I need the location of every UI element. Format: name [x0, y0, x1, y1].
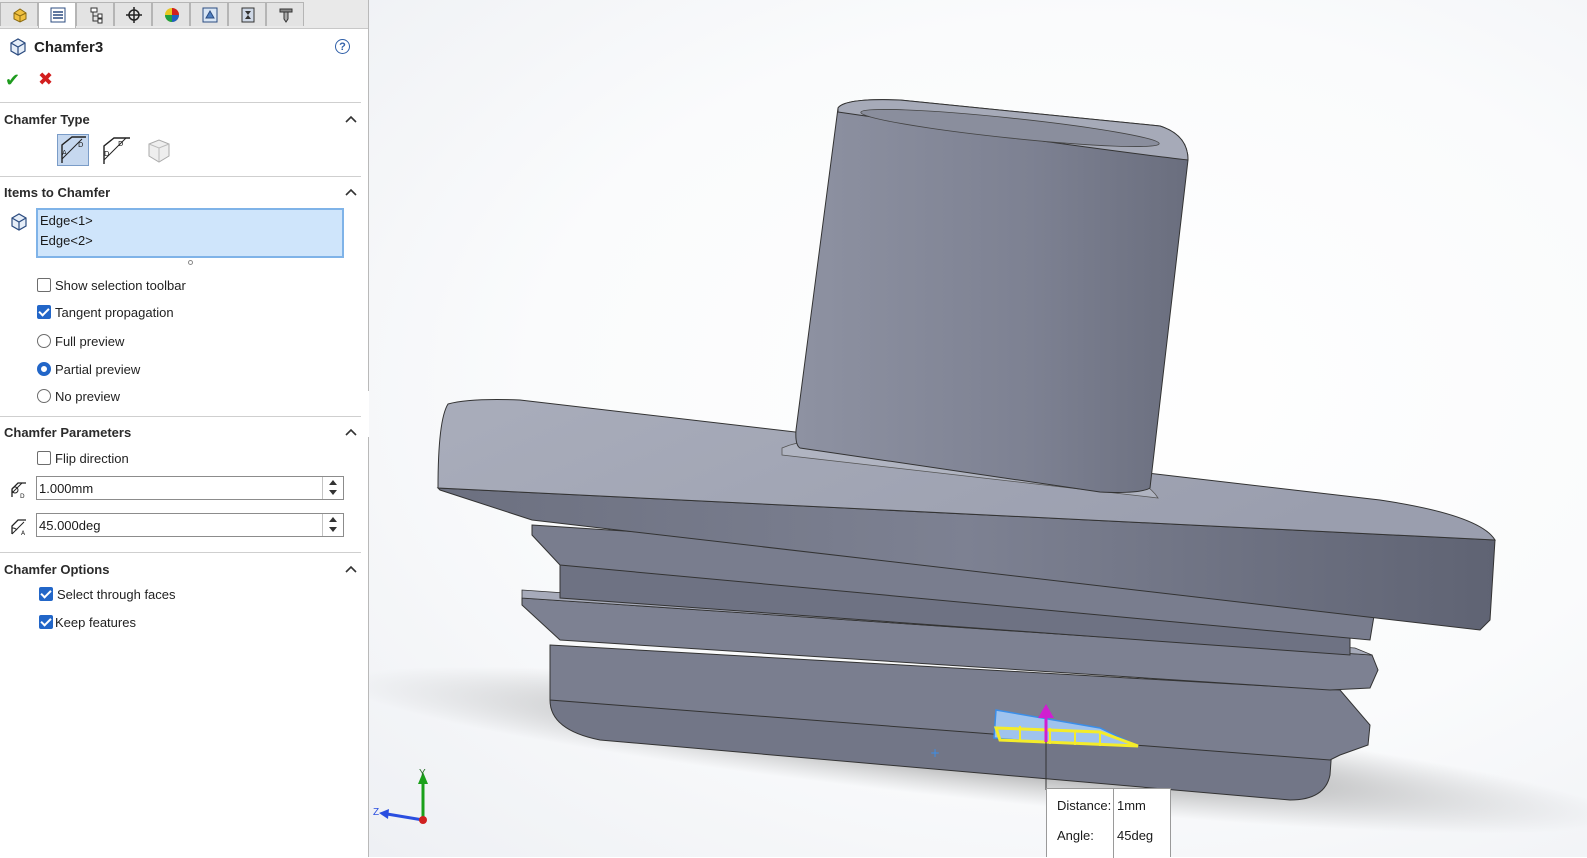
select-through-faces-label: Select through faces	[57, 587, 176, 602]
divider	[0, 416, 361, 417]
no-preview-radio[interactable]	[37, 389, 51, 403]
distance-value: 1.000mm	[39, 481, 94, 496]
property-manager-icon	[50, 7, 66, 23]
angle-value: 45.000deg	[39, 518, 101, 533]
tab-cam-tool-manager[interactable]	[266, 2, 304, 26]
svg-text:D: D	[118, 140, 123, 148]
svg-text:D: D	[78, 141, 83, 149]
divider	[0, 552, 361, 553]
property-manager-panel: Chamfer3 ? ✔ ✖ Chamfer Type AD DD Items …	[0, 0, 369, 857]
section-header-chamfer-type: Chamfer Type	[4, 112, 90, 127]
no-preview-label: No preview	[55, 389, 121, 404]
ok-button[interactable]: ✔	[5, 70, 20, 91]
tangent-propagation-label: Tangent propagation	[55, 305, 174, 320]
angle-distance-type-button[interactable]: AD	[57, 134, 89, 166]
feature-title-row: Chamfer3 ?	[0, 34, 360, 60]
partial-preview-label: Partial preview	[55, 362, 141, 377]
cam-operation-icon	[241, 7, 255, 23]
tab-feature-manager[interactable]	[0, 2, 38, 26]
angle-stepper[interactable]	[322, 514, 343, 536]
y-axis-label: Y	[419, 768, 426, 779]
angle-distance-icon: AD	[61, 136, 86, 163]
manager-tab-bar	[0, 0, 368, 29]
cam-tool-icon	[279, 8, 293, 23]
tab-configuration-manager[interactable]	[76, 2, 114, 26]
part-model[interactable]: +	[369, 0, 1587, 857]
distance-icon: D	[11, 482, 26, 500]
flip-direction-label: Flip direction	[55, 451, 129, 466]
distance-stepper[interactable]	[322, 477, 343, 499]
tangent-propagation-checkbox[interactable]	[37, 305, 51, 319]
items-selection-box[interactable]: Edge<1> Edge<2>	[36, 208, 344, 258]
chamfer-feature-icon	[10, 38, 26, 56]
feature-manager-icon	[13, 8, 27, 23]
callout-distance-row: Distance: 1mm	[1047, 789, 1172, 819]
angle-input[interactable]: 45.000deg	[36, 513, 344, 537]
svg-text:+: +	[930, 746, 940, 760]
chevron-up-icon[interactable]	[345, 428, 357, 436]
section-header-items-to-chamfer: Items to Chamfer	[4, 185, 111, 200]
section-header-chamfer-options: Chamfer Options	[4, 562, 110, 577]
callout-angle-label: Angle:	[1057, 828, 1094, 843]
section-header-chamfer-parameters: Chamfer Parameters	[4, 425, 132, 440]
show-selection-toolbar-checkbox[interactable]	[37, 278, 51, 292]
full-preview-radio[interactable]	[37, 334, 51, 348]
show-selection-toolbar-label: Show selection toolbar	[55, 278, 186, 293]
configuration-manager-icon	[90, 7, 103, 24]
partial-preview-radio[interactable]	[37, 362, 51, 376]
help-icon[interactable]: ?	[335, 39, 350, 54]
edge-selection-icon	[11, 213, 27, 231]
cam-feature-icon	[202, 7, 218, 23]
tab-property-manager[interactable]	[38, 2, 76, 28]
chevron-up-icon[interactable]	[345, 565, 357, 573]
dimension-callout: Distance: 1mm Angle: 45deg	[1046, 788, 1172, 858]
page-title: Chamfer3	[34, 39, 104, 56]
svg-text:D: D	[20, 493, 25, 500]
select-through-faces-checkbox[interactable]	[39, 587, 53, 601]
divider	[0, 102, 361, 103]
distance-input[interactable]: 1.000mm	[36, 476, 344, 500]
graphics-viewport[interactable]: + Y Z	[369, 0, 1587, 857]
flip-direction-checkbox[interactable]	[37, 451, 51, 465]
keep-features-label: Keep features	[55, 615, 136, 630]
keep-features-checkbox[interactable]	[39, 615, 53, 629]
list-item[interactable]: Edge<2>	[40, 233, 93, 248]
vertex-type-button[interactable]	[145, 136, 173, 164]
angle-icon: A	[11, 519, 26, 537]
divider	[0, 176, 361, 177]
tab-display-manager[interactable]	[152, 2, 190, 26]
callout-angle-value[interactable]: 45deg	[1117, 828, 1153, 843]
chevron-up-icon[interactable]	[345, 188, 357, 196]
svg-text:A: A	[21, 530, 26, 537]
resize-handle[interactable]	[188, 260, 193, 265]
svg-text:D: D	[104, 150, 109, 158]
crosshair-icon	[126, 7, 142, 23]
z-axis-label: Z	[373, 807, 380, 818]
svg-text:A: A	[62, 149, 67, 157]
appearance-pie-icon	[165, 8, 179, 22]
distance-distance-icon: DD	[103, 137, 130, 164]
tab-cam-operation-manager[interactable]	[228, 2, 266, 26]
cancel-button[interactable]: ✖	[38, 69, 53, 90]
axis-triad	[379, 772, 428, 824]
callout-distance-label: Distance:	[1057, 798, 1112, 813]
callout-angle-row: Angle: 45deg	[1047, 819, 1172, 849]
vertex-chamfer-icon	[148, 139, 170, 163]
distance-distance-type-button[interactable]: DD	[100, 134, 132, 166]
tab-cam-feature-manager[interactable]	[190, 2, 228, 26]
chevron-up-icon[interactable]	[345, 115, 357, 123]
callout-distance-value[interactable]: 1mm	[1117, 798, 1146, 813]
full-preview-label: Full preview	[55, 334, 125, 349]
tab-dimxpert-manager[interactable]	[114, 2, 152, 26]
list-item[interactable]: Edge<1>	[40, 213, 93, 228]
